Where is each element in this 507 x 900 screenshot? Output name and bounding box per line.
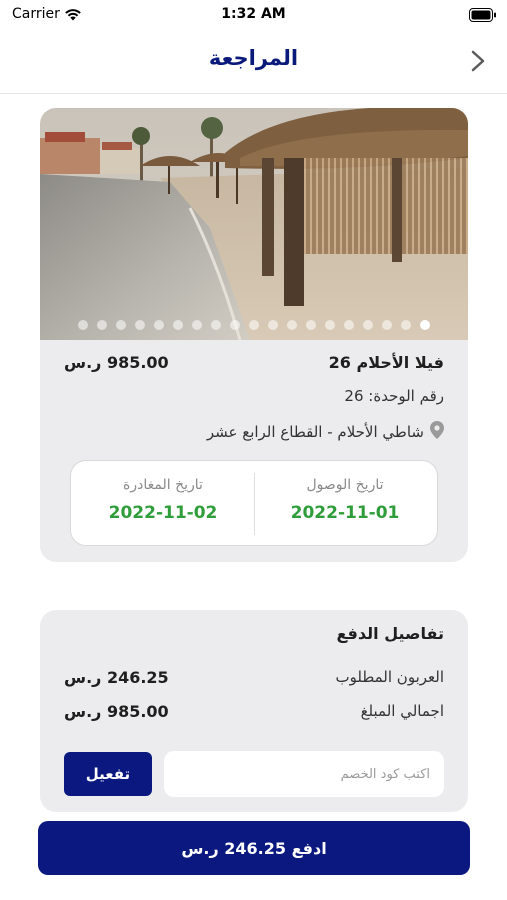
beach-photo xyxy=(40,108,468,340)
deposit-value: 246.25 ر.س xyxy=(64,668,169,687)
carousel-dot[interactable] xyxy=(268,320,278,330)
dates-box: تاريخ الوصول 2022-11-01 تاريخ المغادرة 2… xyxy=(70,460,438,546)
carousel-dot[interactable] xyxy=(401,320,411,330)
carousel-dot[interactable] xyxy=(344,320,354,330)
activate-promo-button[interactable]: تفعيل xyxy=(64,752,152,796)
carousel-dot[interactable] xyxy=(287,320,297,330)
departure-label: تاريخ المغادرة xyxy=(123,477,203,493)
departure-value: 2022-11-02 xyxy=(108,503,218,523)
promo-code-input[interactable] xyxy=(164,751,444,797)
location-text: شاطي الأحلام - القطاع الرابع عشر xyxy=(206,423,424,441)
deposit-label: العربون المطلوب xyxy=(335,668,444,686)
unit-number: رقم الوحدة: 26 xyxy=(344,387,444,405)
carousel-dot[interactable] xyxy=(325,320,335,330)
carousel-dot[interactable] xyxy=(97,320,107,330)
carousel-dot[interactable] xyxy=(230,320,240,330)
property-photo-carousel[interactable] xyxy=(40,108,468,340)
carousel-dot[interactable] xyxy=(135,320,145,330)
carousel-dot[interactable] xyxy=(249,320,259,330)
carousel-dot[interactable] xyxy=(78,320,88,330)
total-label: اجمالي المبلغ xyxy=(360,702,444,720)
carousel-dot[interactable] xyxy=(420,320,430,330)
property-name: فيلا الأحلام 26 xyxy=(328,353,444,372)
arrival-date: تاريخ الوصول 2022-11-01 xyxy=(253,461,437,547)
status-time: 1:32 AM xyxy=(221,6,286,22)
payment-title: تفاصيل الدفع xyxy=(336,624,444,643)
arrival-value: 2022-11-01 xyxy=(290,503,400,523)
carousel-dot[interactable] xyxy=(211,320,221,330)
carousel-dot[interactable] xyxy=(154,320,164,330)
total-row: اجمالي المبلغ 985.00 ر.س xyxy=(40,702,468,726)
carousel-indicator xyxy=(40,320,468,330)
property-card: فيلا الأحلام 26 985.00 ر.س رقم الوحدة: 2… xyxy=(40,108,468,562)
battery-icon xyxy=(469,7,497,26)
carousel-dot[interactable] xyxy=(363,320,373,330)
deposit-row: العربون المطلوب 246.25 ر.س xyxy=(40,668,468,692)
map-pin-icon xyxy=(430,421,444,443)
status-bar: Carrier 1:32 AM xyxy=(0,0,507,30)
carousel-dot[interactable] xyxy=(116,320,126,330)
pay-button[interactable]: ادفع 246.25 ر.س xyxy=(38,821,470,875)
departure-date: تاريخ المغادرة 2022-11-02 xyxy=(71,461,255,547)
page-title: المراجعة xyxy=(208,46,299,70)
carousel-dot[interactable] xyxy=(173,320,183,330)
property-price: 985.00 ر.س xyxy=(64,353,169,372)
navigation-bar: المراجعة xyxy=(0,30,507,94)
total-value: 985.00 ر.س xyxy=(64,702,169,721)
arrival-label: تاريخ الوصول xyxy=(306,477,384,493)
back-button[interactable] xyxy=(463,44,493,78)
payment-details-card: تفاصيل الدفع العربون المطلوب 246.25 ر.س … xyxy=(40,610,468,812)
carousel-dot[interactable] xyxy=(306,320,316,330)
carousel-dot[interactable] xyxy=(192,320,202,330)
carousel-dot[interactable] xyxy=(382,320,392,330)
chevron-right-icon xyxy=(471,50,485,72)
location-row: شاطي الأحلام - القطاع الرابع عشر xyxy=(207,421,444,443)
